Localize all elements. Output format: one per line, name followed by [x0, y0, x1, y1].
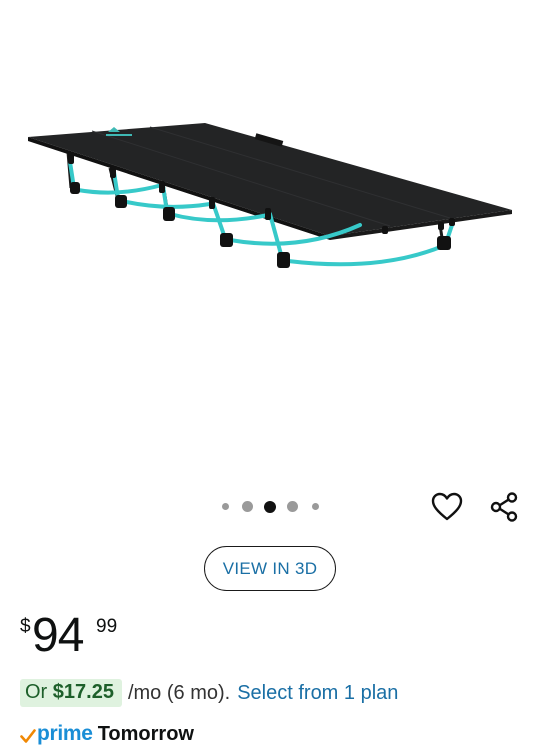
- delivery-day: Tomorrow: [97, 722, 194, 745]
- carousel-dot[interactable]: [287, 501, 298, 512]
- view-in-3d-label: VIEW IN 3D: [222, 558, 318, 578]
- heart-icon[interactable]: [427, 487, 467, 527]
- price-whole: 94: [32, 609, 84, 662]
- installment-prefix: Or: [25, 681, 53, 703]
- carousel-dot[interactable]: [312, 503, 319, 510]
- view-in-3d-button[interactable]: VIEW IN 3D: [204, 546, 336, 591]
- installment-amount: $17.25: [52, 681, 114, 703]
- prime-label: prime: [37, 722, 93, 745]
- share-icon[interactable]: [484, 487, 524, 527]
- installment-term: /mo (6 mo).: [127, 681, 231, 704]
- price-fraction: 99: [96, 616, 118, 637]
- installment-badge: Or $17.25: [20, 679, 122, 707]
- prime-delivery: prime Tomorrow: [20, 720, 194, 748]
- carousel-dot[interactable]: [222, 503, 229, 510]
- price-currency: $: [20, 616, 31, 637]
- carousel-dot[interactable]: [242, 501, 253, 512]
- select-plan-link[interactable]: Select from 1 plan: [237, 682, 398, 705]
- camping-cot-illustration: [28, 123, 512, 268]
- installment-offer: Or $17.25 /mo (6 mo). Select from 1 plan: [20, 678, 398, 708]
- carousel-dot-active[interactable]: [264, 501, 276, 513]
- prime-check-icon: [20, 729, 36, 743]
- product-image[interactable]: [0, 0, 540, 470]
